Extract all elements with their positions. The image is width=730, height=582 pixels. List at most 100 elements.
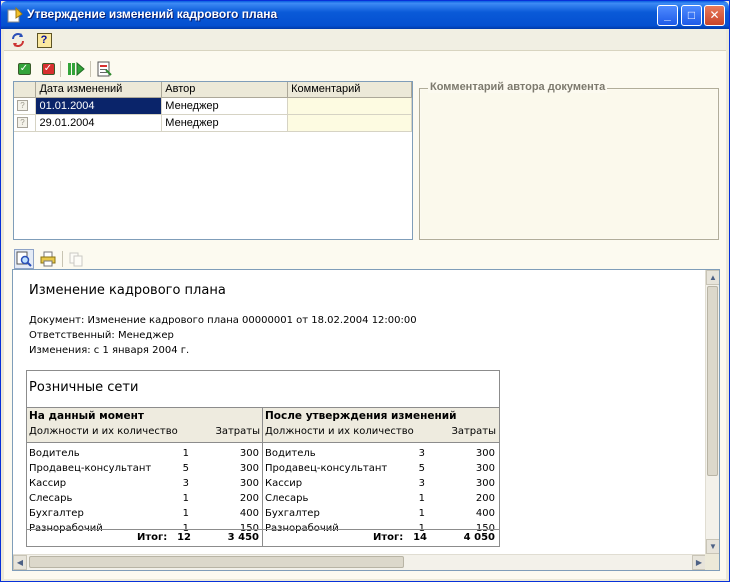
author-cell[interactable]: Менеджер (161, 114, 289, 132)
scroll-right-arrow[interactable]: ▶ (692, 555, 706, 570)
position-name: Бухгалтер (29, 508, 84, 519)
position-qty: 3 (418, 478, 425, 489)
comment-cell[interactable] (287, 97, 412, 115)
position-qty: 1 (182, 508, 189, 519)
horizontal-scrollbar[interactable]: ◀ ▶ (13, 554, 706, 570)
author-comment-field[interactable] (421, 90, 717, 238)
horizontal-scroll-thumb[interactable] (29, 556, 404, 568)
author-comment-group: Комментарий автора документа (419, 81, 719, 240)
after-col-costs: Затраты (451, 426, 496, 437)
help-button[interactable]: ? (34, 30, 54, 50)
row-status-cell: ? (14, 114, 37, 132)
close-button[interactable]: ✕ (704, 5, 725, 26)
after-header: После утверждения изменений Должности и … (263, 407, 499, 443)
column-header-date[interactable]: Дата изменений (35, 82, 163, 98)
total-qty: 14 (413, 532, 427, 543)
apply-button[interactable] (66, 59, 86, 79)
icon-column-header (14, 82, 37, 98)
approve-button[interactable]: ✓ (14, 59, 34, 79)
scroll-down-arrow[interactable]: ▼ (706, 539, 719, 554)
copy-button[interactable] (66, 249, 86, 269)
report-changes-line: Изменения: с 1 января 2004 г. (29, 345, 190, 356)
table-row[interactable]: ? 01.01.2004 Менеджер (14, 97, 412, 115)
report-panel[interactable]: Изменение кадрового плана Документ: Изме… (12, 269, 720, 571)
top-toolbar: ? (4, 29, 726, 51)
position-name: Кассир (29, 478, 67, 489)
staffing-table: Розничные сети На данный момент Должност… (26, 370, 500, 547)
position-cost: 300 (239, 478, 259, 489)
open-document-button[interactable] (94, 59, 114, 79)
report-responsible-line: Ответственный: Менеджер (29, 330, 174, 341)
author-comment-legend: Комментарий автора документа (428, 81, 608, 93)
minimize-button[interactable]: _ (657, 5, 678, 26)
table-row: Слесарь 1 200 (27, 492, 263, 507)
current-header-title: На данный момент (29, 410, 144, 422)
copy-icon (69, 252, 83, 267)
vertical-scrollbar[interactable]: ▲ ▼ (705, 270, 719, 554)
column-header-author[interactable]: Автор (161, 82, 289, 98)
refresh-button[interactable] (8, 30, 28, 50)
current-col-positions: Должности и их количество (29, 426, 178, 437)
position-name: Водитель (29, 448, 80, 459)
title-bar[interactable]: Утверждение изменений кадрового плана _ … (1, 1, 729, 29)
comment-cell[interactable] (287, 114, 412, 132)
scroll-up-arrow[interactable]: ▲ (706, 270, 719, 285)
scroll-left-arrow[interactable]: ◀ (13, 555, 27, 570)
vertical-scroll-thumb[interactable] (707, 286, 718, 476)
table-row: Водитель 1 300 (27, 447, 263, 462)
toolbar-separator (62, 251, 63, 267)
position-name: Слесарь (265, 493, 309, 504)
run-icon (68, 61, 85, 77)
scroll-corner (705, 554, 719, 570)
author-cell[interactable]: Менеджер (161, 97, 289, 115)
check-red-icon: ✓ (41, 63, 55, 75)
position-cost: 300 (475, 463, 495, 474)
table-row: Кассир 3 300 (27, 477, 263, 492)
print-button[interactable] (38, 249, 58, 269)
column-header-comment[interactable]: Комментарий (287, 82, 412, 98)
table-row[interactable]: ? 29.01.2004 Менеджер (14, 114, 412, 132)
total-label: Итог: (137, 532, 168, 543)
position-qty: 5 (182, 463, 189, 474)
table-header-row: Дата изменений Автор Комментарий (14, 82, 412, 98)
table-row: Продавец-консультант 5 300 (263, 462, 499, 477)
position-cost: 200 (239, 493, 259, 504)
table-row: Бухгалтер 1 400 (263, 507, 499, 522)
preview-icon (16, 251, 32, 267)
reject-button[interactable]: ✓ (38, 59, 58, 79)
section-title: Розничные сети (29, 380, 139, 395)
after-header-title: После утверждения изменений (265, 410, 457, 422)
after-total-row: Итог: 14 4 050 (263, 529, 499, 546)
app-icon (7, 7, 23, 23)
position-qty: 3 (182, 478, 189, 489)
toolbar-separator (60, 61, 61, 77)
check-green-icon: ✓ (17, 63, 31, 75)
position-name: Продавец-консультант (29, 463, 152, 474)
maximize-button[interactable]: □ (681, 5, 702, 26)
date-cell[interactable]: 01.01.2004 (35, 97, 163, 115)
position-qty: 1 (418, 493, 425, 504)
report-document-line: Документ: Изменение кадрового плана 0000… (29, 315, 417, 326)
after-col-positions: Должности и их количество (265, 426, 414, 437)
total-qty: 12 (177, 532, 191, 543)
position-name: Бухгалтер (265, 508, 320, 519)
position-qty: 5 (418, 463, 425, 474)
preview-button[interactable] (14, 249, 34, 269)
current-col-costs: Затраты (215, 426, 260, 437)
question-icon: ? (17, 117, 28, 128)
changes-table[interactable]: Дата изменений Автор Комментарий ? 01.01… (13, 81, 413, 240)
table-row: Водитель 3 300 (263, 447, 499, 462)
help-icon: ? (36, 32, 52, 48)
current-header: На данный момент Должности и их количест… (27, 407, 263, 443)
date-cell[interactable]: 29.01.2004 (35, 114, 163, 132)
position-qty: 1 (182, 493, 189, 504)
current-total-row: Итог: 12 3 450 (27, 529, 263, 546)
window-title: Утверждение изменений кадрового плана (27, 7, 278, 21)
question-icon: ? (17, 100, 28, 111)
print-icon (40, 251, 56, 267)
position-cost: 300 (475, 448, 495, 459)
total-cost: 4 050 (463, 532, 495, 543)
window-client: ? ✓ ✓ Дата изменений Автор Комментарий ?… (4, 29, 726, 579)
refresh-icon (12, 33, 24, 47)
position-qty: 1 (418, 508, 425, 519)
